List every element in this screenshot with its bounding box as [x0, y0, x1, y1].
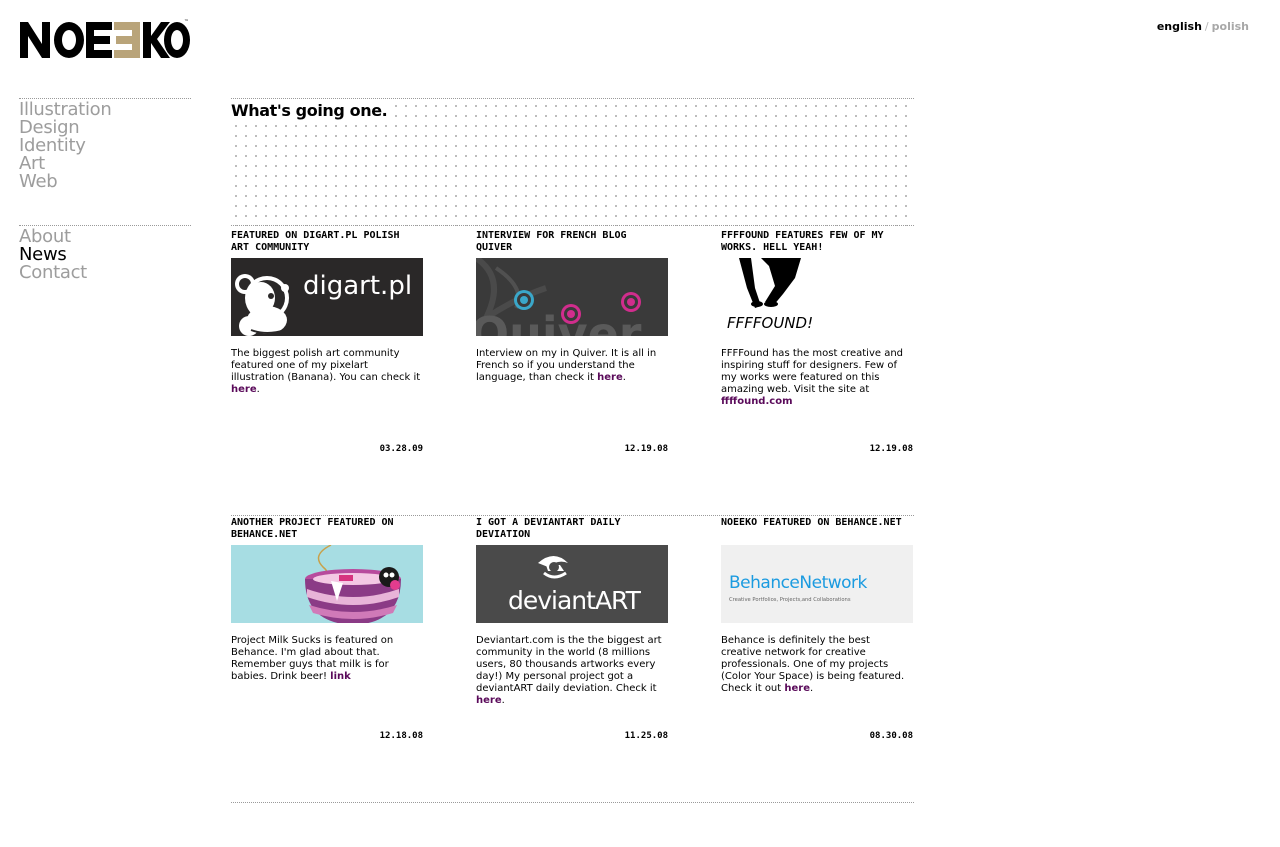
thumb-text: digart.pl — [303, 271, 412, 301]
news-link[interactable]: link — [330, 671, 351, 682]
news-card-description: FFFFound has the most creative and inspi… — [721, 348, 913, 444]
lang-separator: / — [1204, 20, 1209, 33]
news-thumbnail[interactable]: digart.pl — [231, 258, 423, 336]
news-date: 12.18.08 — [379, 731, 423, 741]
thumb-text: Quiver — [476, 307, 642, 336]
news-card-title: Another project featured on Behance.net — [231, 517, 394, 540]
info-nav: About News Contact — [19, 225, 191, 282]
news-card: Interview for french blog Quiver Quiver … — [476, 230, 668, 454]
nav-item-web[interactable]: Web — [19, 173, 191, 191]
news-thumbnail[interactable] — [231, 545, 423, 623]
news-card-title: FFFFound features few of my works. Hell … — [721, 230, 884, 253]
digart-logo-icon: digart.pl — [235, 271, 412, 336]
news-date: 11.25.08 — [624, 731, 668, 741]
row-divider — [231, 802, 914, 803]
news-card-title: Featured on digart.pl polish art communi… — [231, 230, 400, 253]
news-link[interactable]: here — [597, 372, 623, 383]
news-link[interactable]: ffffound.com — [721, 396, 792, 407]
language-switch: english / polish — [1157, 20, 1249, 33]
news-thumbnail[interactable]: deviantART — [476, 545, 668, 623]
milk-bowl-illustration-icon — [305, 545, 401, 623]
page-title: What's going one. — [231, 101, 390, 122]
deviantart-logo-icon: deviantART — [508, 556, 643, 615]
news-header: What's going one. — [231, 98, 914, 226]
lang-english-link[interactable]: english — [1157, 20, 1202, 33]
news-card-title: Noeeko featured on Behance.net — [721, 517, 902, 528]
news-card-description: Project Milk Sucks is featured on Behanc… — [231, 635, 423, 731]
news-card-description: Interview on my in Quiver. It is all in … — [476, 348, 668, 444]
news-thumbnail[interactable]: FFFFOUND! — [721, 258, 913, 336]
thumb-text: deviantART — [508, 586, 642, 615]
news-card: Another project featured on Behance.net … — [231, 517, 423, 741]
news-card-description: The biggest polish art community feature… — [231, 348, 423, 444]
ffffound-logo-icon: FFFFOUND! — [727, 258, 813, 332]
desc-end: . — [501, 695, 505, 706]
behance-logo-icon: BehanceNetwork Creative Portfolios, Proj… — [729, 573, 868, 603]
news-card: Featured on digart.pl polish art communi… — [231, 230, 423, 454]
thumb-subtext: Creative Portfolios, Projects,and Collab… — [729, 597, 851, 603]
thumb-text: BehanceNetwork — [729, 573, 868, 593]
news-date: 08.30.08 — [869, 731, 913, 741]
news-date: 12.19.08 — [869, 444, 913, 454]
news-thumbnail[interactable]: BehanceNetwork Creative Portfolios, Proj… — [721, 545, 913, 623]
news-card: Noeeko featured on Behance.net BehanceNe… — [721, 517, 913, 741]
news-card: I got a deviantART daily deviation devia… — [476, 517, 668, 741]
noeeko-logo[interactable]: ™ — [20, 18, 192, 60]
portfolio-nav: Illustration Design Identity Art Web — [19, 98, 191, 191]
news-card-description: Behance is definitely the best creative … — [721, 635, 913, 731]
desc-end: . — [810, 683, 814, 694]
desc-text: Project Milk Sucks is featured on Behanc… — [231, 635, 394, 682]
news-thumbnail[interactable]: Quiver — [476, 258, 668, 336]
thumb-text: FFFFOUND! — [727, 314, 813, 332]
svg-text:™: ™ — [184, 19, 189, 25]
desc-text: Deviantart.com is the the biggest art co… — [476, 635, 662, 694]
desc-text: The biggest polish art community feature… — [231, 348, 421, 383]
news-card-description: Deviantart.com is the the biggest art co… — [476, 635, 668, 731]
news-link[interactable]: here — [476, 695, 502, 706]
news-card-title: Interview for french blog Quiver — [476, 230, 627, 253]
news-date: 03.28.09 — [379, 444, 423, 454]
desc-text: Interview on my in Quiver. It is all in … — [476, 348, 657, 383]
news-link[interactable]: here — [784, 683, 810, 694]
desc-text: FFFFound has the most creative and inspi… — [721, 348, 904, 395]
desc-end: . — [256, 384, 260, 395]
news-date: 12.19.08 — [624, 444, 668, 454]
quiver-logo-icon: Quiver — [476, 258, 642, 336]
news-card: FFFFound features few of my works. Hell … — [721, 230, 913, 454]
desc-end: . — [622, 372, 626, 383]
row-divider — [231, 515, 914, 516]
nav-item-contact[interactable]: Contact — [19, 264, 191, 282]
news-link[interactable]: here — [231, 384, 257, 395]
news-card-title: I got a deviantART daily deviation — [476, 517, 621, 540]
lang-polish-link[interactable]: polish — [1212, 20, 1249, 33]
